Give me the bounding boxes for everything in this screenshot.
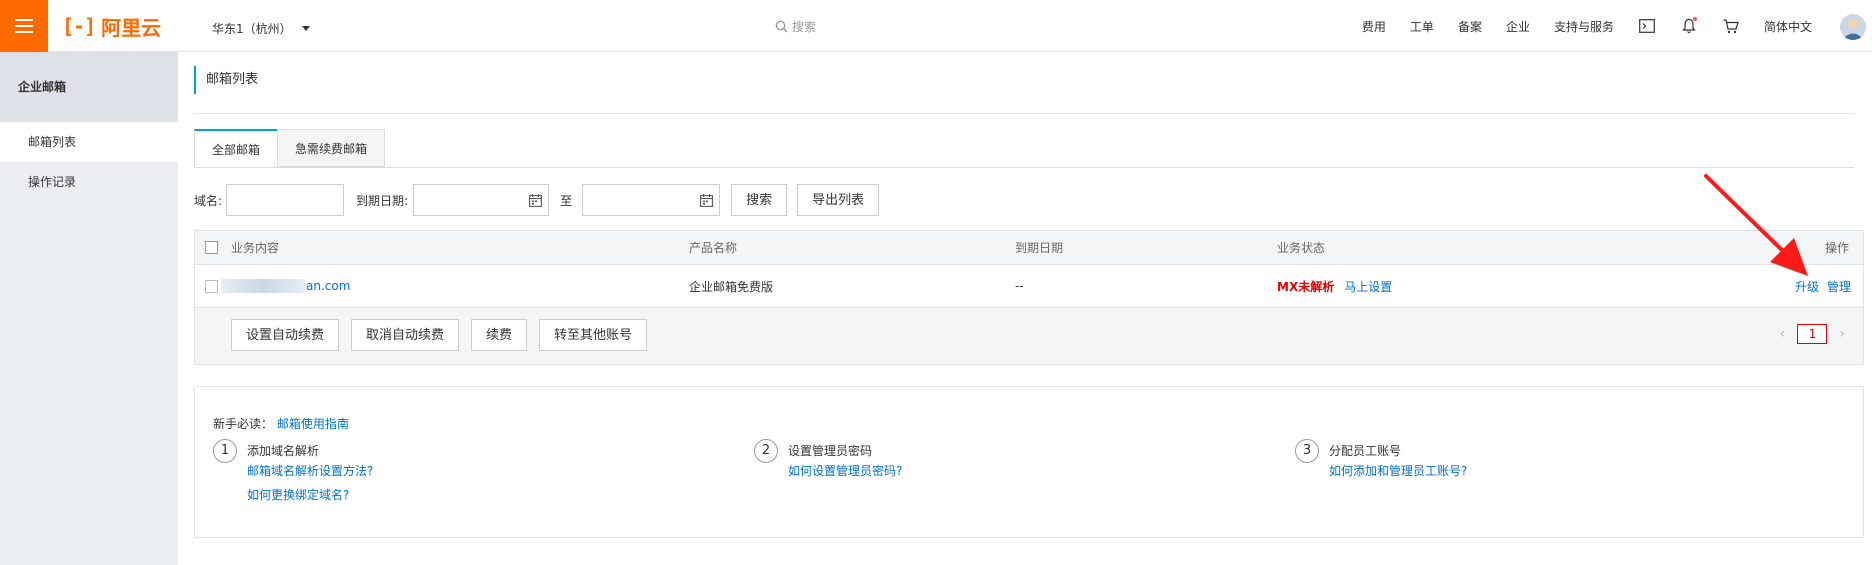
employee-account-help-link[interactable]: 如何添加和管理员工账号? xyxy=(1329,462,1467,479)
row-checkbox[interactable] xyxy=(205,279,218,293)
nav-support[interactable]: 支持与服务 xyxy=(1554,18,1614,35)
terminal-icon[interactable] xyxy=(1638,17,1656,35)
column-header: 操作 xyxy=(1825,241,1850,255)
tab-all-mailboxes[interactable]: 全部邮箱 xyxy=(194,129,279,167)
nav-icp-filing[interactable]: 备案 xyxy=(1458,18,1482,35)
step-title: 分配员工账号 xyxy=(1329,444,1402,458)
dns-setup-help-link[interactable]: 邮箱域名解析设置方法? xyxy=(247,462,373,479)
cart-icon[interactable] xyxy=(1722,17,1740,35)
chevron-down-icon xyxy=(301,26,310,31)
start-date-input[interactable] xyxy=(413,184,550,216)
upgrade-link[interactable]: 升级 xyxy=(1795,278,1819,295)
getting-started-guide: 新手必读： 邮箱使用指南 1 添加域名解析 邮箱域名解析设置方法? 如何更换绑定… xyxy=(194,386,1864,538)
step-number: 3 xyxy=(1295,439,1319,463)
pagination: ‹ 1 › xyxy=(1780,324,1845,344)
select-all-checkbox[interactable] xyxy=(205,241,218,254)
set-auto-renew-button[interactable]: 设置自动续费 xyxy=(231,319,340,351)
domain-input[interactable] xyxy=(226,184,345,216)
aliyun-logo[interactable]: [-] 阿里云 xyxy=(62,11,161,41)
search-placeholder: 搜索 xyxy=(792,20,817,34)
sidebar-title: 企业邮箱 xyxy=(0,52,178,122)
hamburger-menu-button[interactable] xyxy=(0,0,48,52)
transfer-account-button[interactable]: 转至其他账号 xyxy=(539,319,648,351)
expiry-date-label: 到期日期: xyxy=(356,193,409,208)
sidebar: 企业邮箱 邮箱列表 操作记录 xyxy=(0,52,178,565)
renew-button[interactable]: 续费 xyxy=(471,319,528,351)
column-header: 产品名称 xyxy=(689,241,738,255)
bell-icon[interactable] xyxy=(1680,17,1698,35)
export-list-button[interactable]: 导出列表 xyxy=(797,184,880,216)
domain-cell: an.com xyxy=(221,265,350,307)
menu-line xyxy=(15,31,33,33)
table-footer: 设置自动续费 取消自动续费 续费 转至其他账号 ‹ 1 › xyxy=(195,308,1863,364)
domain-link[interactable]: an.com xyxy=(306,279,350,293)
chevron-left-icon[interactable]: ‹ xyxy=(1780,326,1786,342)
nav-tickets[interactable]: 工单 xyxy=(1410,18,1434,35)
status-cell: MX未解析 马上设置 xyxy=(1277,265,1392,307)
menu-line xyxy=(15,25,33,27)
table-header: 业务内容 产品名称 到期日期 业务状态 操作 xyxy=(195,231,1863,265)
change-domain-help-link[interactable]: 如何更换绑定域名? xyxy=(247,486,349,503)
page-title: 邮箱列表 xyxy=(194,66,258,94)
search-icon xyxy=(775,20,788,33)
product-name-cell: 企业邮箱免费版 xyxy=(689,279,774,294)
notification-dot xyxy=(1692,17,1697,21)
row-select-cell xyxy=(205,265,218,307)
sidebar-item-mailbox-list[interactable]: 邮箱列表 xyxy=(0,122,178,162)
calendar-icon[interactable] xyxy=(700,193,714,207)
top-nav-links: 费用 工单 备案 企业 支持与服务 简体中文 xyxy=(1362,0,1812,52)
logo-mark: [-] xyxy=(62,14,96,38)
filter-bar: 域名: 到期日期: 至 搜索 导出列表 xyxy=(194,184,880,216)
column-header: 业务内容 xyxy=(231,241,280,255)
current-page[interactable]: 1 xyxy=(1797,324,1828,344)
nav-enterprise[interactable]: 企业 xyxy=(1506,18,1530,35)
status-badge: MX未解析 xyxy=(1277,279,1335,294)
domain-filter-label: 域名: xyxy=(194,193,223,208)
column-header: 到期日期 xyxy=(1015,241,1064,255)
manage-link[interactable]: 管理 xyxy=(1827,278,1851,295)
step-title: 设置管理员密码 xyxy=(788,444,873,458)
admin-password-help-link[interactable]: 如何设置管理员密码? xyxy=(788,462,902,479)
step-number: 1 xyxy=(213,439,237,463)
chevron-right-icon[interactable]: › xyxy=(1839,326,1845,342)
batch-actions: 设置自动续费 取消自动续费 续费 转至其他账号 xyxy=(231,319,648,351)
end-date-input[interactable] xyxy=(582,184,721,216)
guide-header: 新手必读： 邮箱使用指南 xyxy=(213,415,349,432)
region-label: 华东1（杭州） xyxy=(212,22,292,36)
top-navigation-bar: [-] 阿里云 华东1（杭州） 搜索 费用 工单 备案 企业 支持与服务 简体中… xyxy=(0,0,1872,52)
redacted-domain-mask xyxy=(221,279,305,293)
menu-line xyxy=(15,19,33,21)
divider xyxy=(194,167,1854,168)
table-row: an.com 企业邮箱免费版 -- MX未解析 马上设置 升级 管理 xyxy=(195,265,1863,308)
tab-urgent-renewal[interactable]: 急需续费邮箱 xyxy=(277,129,386,167)
sidebar-item-operation-log[interactable]: 操作记录 xyxy=(0,162,178,202)
search-button[interactable]: 搜索 xyxy=(731,184,788,216)
region-selector[interactable]: 华东1（杭州） xyxy=(212,20,310,37)
actions-cell: 升级 管理 xyxy=(1795,265,1851,307)
divider xyxy=(194,113,1854,114)
guide-label: 新手必读： xyxy=(213,417,274,431)
language-selector[interactable]: 简体中文 xyxy=(1764,18,1812,35)
main-content: 邮箱列表 全部邮箱 急需续费邮箱 域名: 到期日期: 至 搜索 导出列表 业务内… xyxy=(178,52,1872,565)
logo-text: 阿里云 xyxy=(101,15,162,40)
expiry-date-cell: -- xyxy=(1015,279,1024,293)
mailbox-tabs: 全部邮箱 急需续费邮箱 xyxy=(194,129,386,167)
step-title: 添加域名解析 xyxy=(247,444,320,458)
cancel-auto-renew-button[interactable]: 取消自动续费 xyxy=(351,319,460,351)
user-guide-link[interactable]: 邮箱使用指南 xyxy=(277,417,349,431)
global-search[interactable]: 搜索 xyxy=(775,18,816,35)
nav-billing[interactable]: 费用 xyxy=(1362,18,1386,35)
mailbox-table: 业务内容 产品名称 到期日期 业务状态 操作 an.com 企业邮箱免费版 --… xyxy=(194,230,1864,365)
user-avatar[interactable] xyxy=(1840,14,1866,40)
select-all-cell xyxy=(205,231,218,264)
date-range-to-label: 至 xyxy=(560,193,573,208)
column-header: 业务状态 xyxy=(1277,241,1326,255)
setup-now-link[interactable]: 马上设置 xyxy=(1344,278,1392,295)
calendar-icon[interactable] xyxy=(529,193,543,207)
step-number: 2 xyxy=(754,439,778,463)
